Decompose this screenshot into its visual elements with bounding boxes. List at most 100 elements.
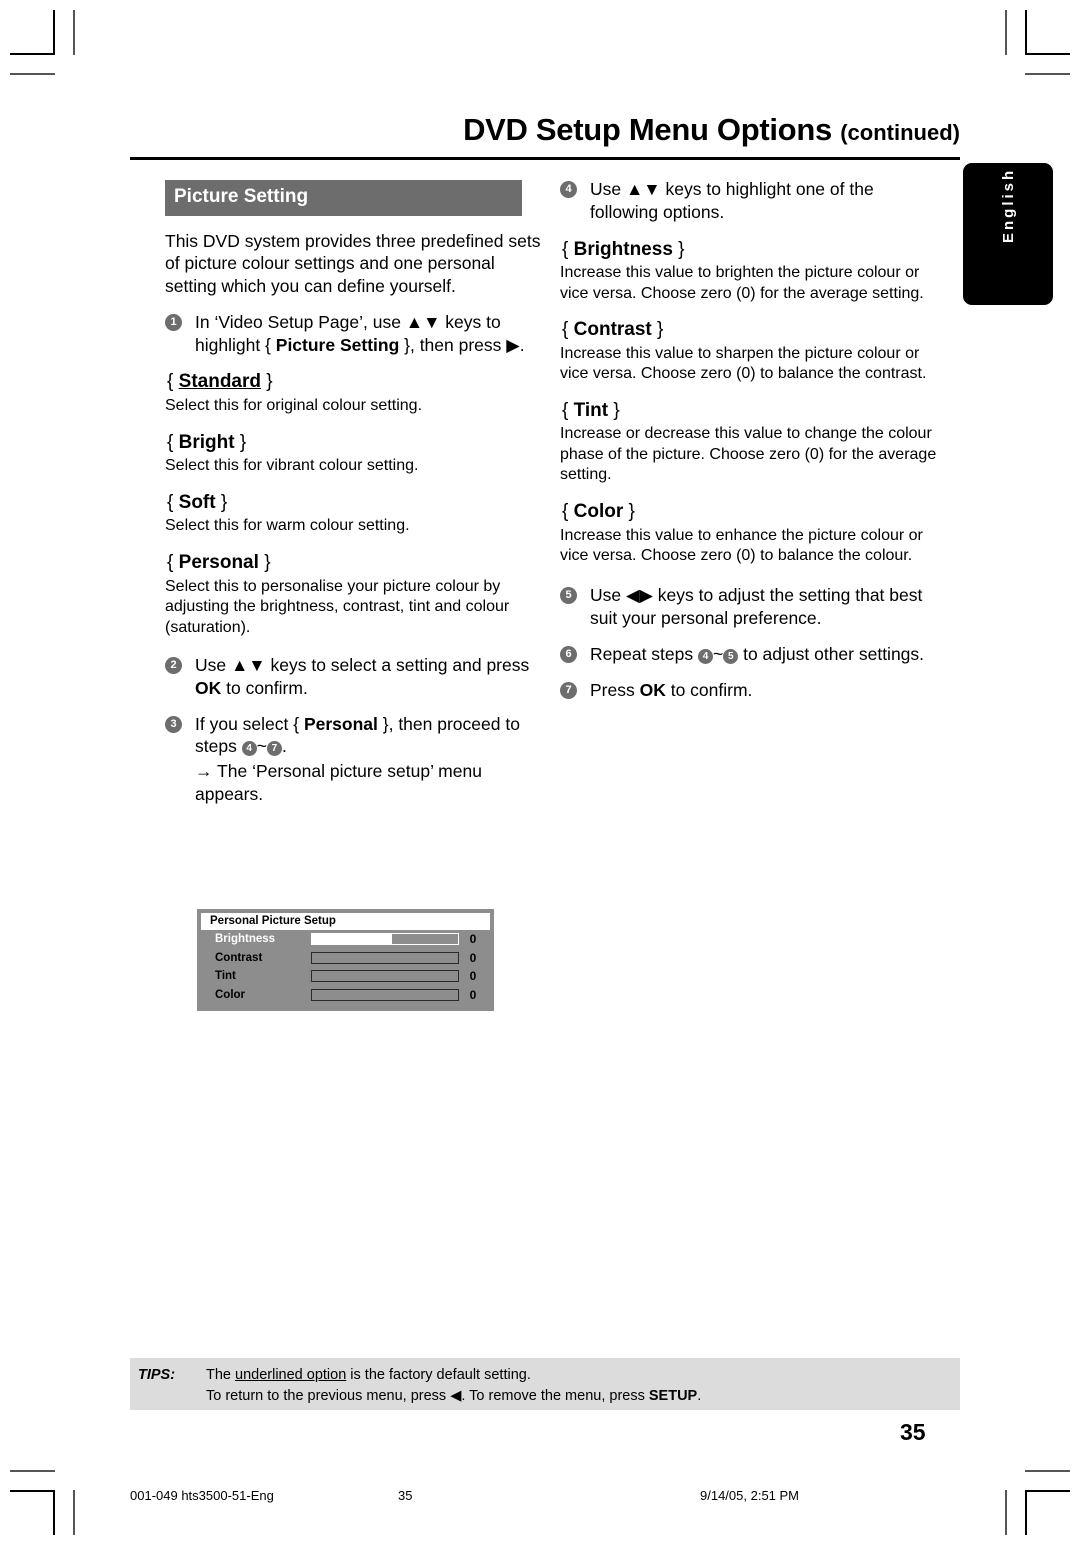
option-personal-brace-close: }: [264, 551, 271, 573]
crop-mark-top-left-tick-vertical: [73, 10, 75, 55]
print-footer-page: 35: [398, 1488, 413, 1503]
osd-personal-picture-setup: Personal Picture Setup Brightness 0 Cont…: [197, 909, 494, 1011]
step-3-bold: Personal: [303, 713, 378, 734]
option-brightness-brace-open: {: [562, 238, 569, 260]
section-title-picture-setting: Picture Setting: [165, 180, 522, 216]
option-soft-brace-open: {: [167, 491, 174, 513]
step-2-text-before: Use ▲▼ keys to select a setting and pres…: [195, 655, 530, 675]
crop-mark-bottom-right-horizontal: [1025, 1490, 1070, 1492]
osd-label-brightness: Brightness: [215, 933, 276, 946]
language-tab: English: [963, 163, 1053, 305]
osd-label-contrast: Contrast: [215, 951, 263, 964]
option-soft-brace-close: }: [220, 491, 228, 513]
step-6-number: 6: [560, 645, 577, 663]
step-6-ref-from: 4: [697, 648, 713, 664]
right-column: 4 Use ▲▼ keys to highlight one of the fo…: [560, 178, 945, 714]
step-7-text-after: to confirm.: [665, 679, 753, 700]
option-contrast-heading: { Contrast }: [562, 318, 945, 343]
option-standard-brace-open: {: [167, 371, 174, 393]
osd-slider-contrast[interactable]: [311, 951, 459, 964]
crop-mark-top-left-horizontal: [10, 53, 55, 55]
step-2-bold: OK: [195, 677, 222, 698]
step-1-text-after: }, then press ▶.: [399, 334, 525, 355]
tips-line-1-before: The: [206, 1367, 236, 1383]
tips-body: The underlined option is the factory def…: [206, 1365, 701, 1407]
step-3: 3 If you select { Personal }, then proce…: [165, 713, 550, 806]
crop-mark-top-right-tick-horizontal: [1025, 73, 1070, 75]
osd-slider-fill-brightness: [312, 934, 393, 945]
step-1-bold: Picture Setting: [275, 334, 400, 355]
option-soft-desc: Select this for warm colour setting.: [165, 517, 410, 535]
step-7: 7 Press OK to confirm.: [560, 679, 945, 702]
step-3-ref-sep: ~: [256, 736, 267, 757]
tips-line-1-after: is the factory default setting.: [346, 1367, 531, 1383]
tips-line-2-bold: SETUP: [648, 1388, 698, 1405]
crop-mark-bottom-right-vertical: [1025, 1490, 1027, 1535]
step-3-text-before: If you select {: [195, 713, 304, 734]
step-3-text-after: .: [281, 736, 287, 757]
step-4: 4 Use ▲▼ keys to highlight one of the fo…: [560, 178, 945, 224]
step-7-number: 7: [560, 681, 577, 699]
osd-value-color: 0: [469, 987, 477, 1002]
tips-line-2-after: .: [697, 1388, 702, 1405]
step-2-number: 2: [165, 657, 182, 674]
step-6-text-after: to adjust other settings.: [738, 643, 925, 664]
osd-label-tint: Tint: [215, 970, 236, 983]
tips-label: TIPS:: [138, 1367, 176, 1383]
option-bright-heading: { Bright }: [167, 431, 550, 456]
osd-row-brightness[interactable]: Brightness 0: [201, 930, 490, 949]
option-bright-desc: Select this for vibrant colour setting.: [165, 457, 419, 475]
option-contrast-name: Contrast: [573, 319, 652, 341]
option-tint-brace-open: {: [562, 399, 569, 421]
osd-row-color[interactable]: Color 0: [201, 986, 490, 1005]
crop-mark-bottom-left-tick-horizontal: [10, 1470, 55, 1472]
option-standard-name: Standard: [178, 371, 261, 393]
option-brightness-brace-close: }: [678, 238, 685, 260]
option-standard-desc: Select this for original colour setting.: [165, 397, 423, 415]
intro-paragraph: This DVD system provides three predefine…: [165, 230, 541, 297]
crop-mark-top-right-tick-vertical: [1005, 10, 1007, 55]
result-arrow-icon: →: [195, 761, 213, 781]
option-standard-brace-close: }: [266, 371, 273, 393]
osd-slider-tint[interactable]: [311, 970, 459, 983]
step-5-number: 5: [560, 587, 577, 605]
step-5: 5 Use ◀▶ keys to adjust the setting that…: [560, 584, 945, 630]
option-soft-heading: { Soft }: [167, 491, 550, 516]
option-tint-heading: { Tint }: [562, 399, 945, 424]
step-3-result: → The ‘Personal picture setup’ menu appe…: [195, 760, 550, 806]
tips-box: TIPS: The underlined option is the factor…: [130, 1358, 960, 1410]
step-4-number: 4: [560, 181, 577, 198]
option-bright-brace-close: }: [239, 431, 247, 453]
tips-line-2-before: To return to the previous menu, press ◀.…: [206, 1388, 649, 1405]
step-1-number: 1: [165, 313, 182, 331]
option-tint-brace-close: }: [613, 399, 620, 421]
option-brightness-desc: Increase this value to brighten the pict…: [560, 264, 924, 302]
option-personal-heading: { Personal }: [167, 551, 550, 576]
left-column: Picture Setting This DVD system provides…: [165, 180, 550, 819]
print-footer-date: 9/14/05, 2:51 PM: [700, 1488, 800, 1503]
page-number: 35: [900, 1419, 926, 1445]
osd-title: Personal Picture Setup: [201, 913, 490, 930]
tips-line-1-underlined: underlined option: [235, 1367, 347, 1383]
option-brightness-heading: { Brightness }: [562, 238, 945, 263]
step-3-ref-to: 7: [266, 741, 282, 757]
option-personal-brace-open: {: [167, 551, 174, 573]
osd-row-tint[interactable]: Tint 0: [201, 967, 490, 986]
option-personal-name: Personal: [178, 551, 259, 573]
step-1: 1 In ‘Video Setup Page’, use ▲▼ keys to …: [165, 311, 550, 357]
osd-row-contrast[interactable]: Contrast 0: [201, 949, 490, 968]
crop-mark-top-right-horizontal: [1025, 53, 1070, 55]
page-title-continued: (continued): [840, 120, 960, 145]
crop-mark-bottom-left-tick-vertical: [73, 1490, 75, 1535]
crop-mark-bottom-left-horizontal: [10, 1490, 55, 1492]
language-tab-label: English: [999, 167, 1017, 243]
osd-slider-color[interactable]: [311, 988, 459, 1001]
step-4-text: Use ▲▼ keys to highlight one of the foll…: [590, 179, 874, 222]
osd-slider-brightness[interactable]: [311, 933, 459, 946]
crop-mark-bottom-right-tick-horizontal: [1025, 1470, 1070, 1472]
step-3-ref-from: 4: [241, 741, 257, 757]
option-soft-name: Soft: [178, 491, 216, 513]
step-6-text-before: Repeat steps: [590, 643, 698, 664]
page-title-main: DVD Setup Menu Options: [463, 112, 832, 147]
option-contrast-brace-open: {: [562, 319, 569, 341]
